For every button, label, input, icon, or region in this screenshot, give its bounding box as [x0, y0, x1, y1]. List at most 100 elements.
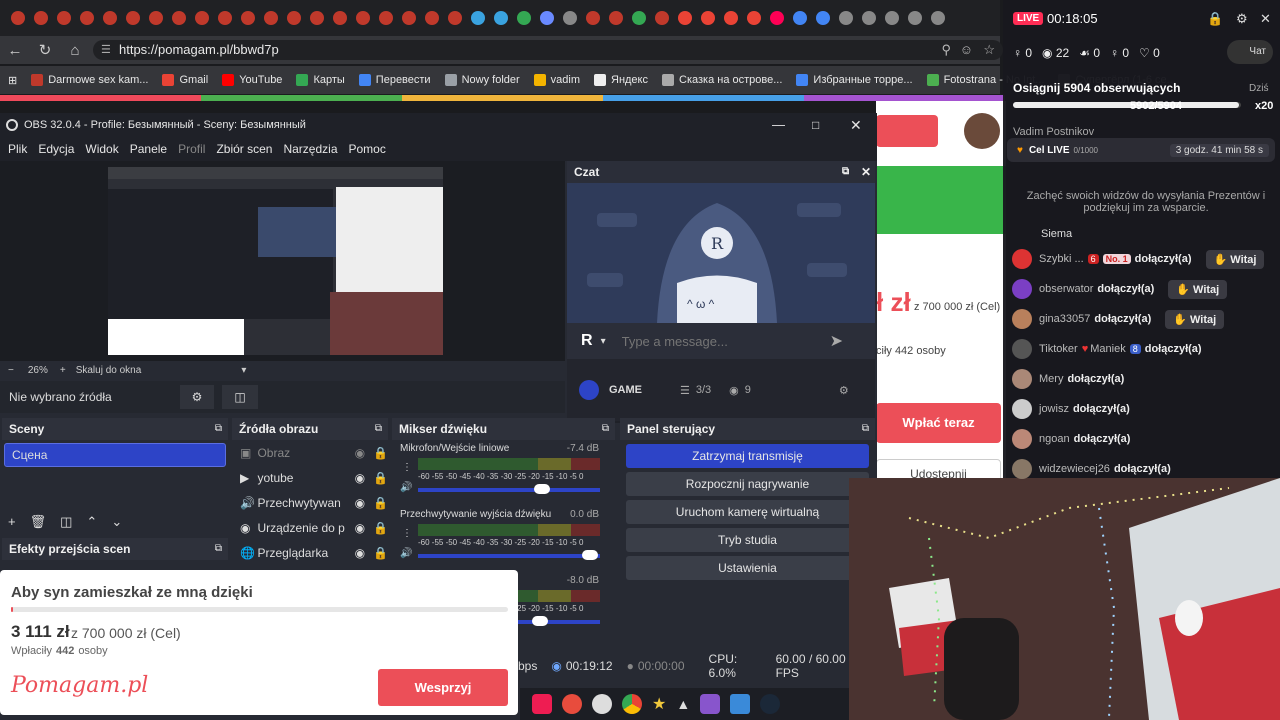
browser-tab[interactable] — [581, 5, 604, 31]
browser-tab[interactable] — [121, 5, 144, 31]
browser-tab[interactable] — [213, 5, 236, 31]
browser-tab[interactable] — [742, 5, 765, 31]
lock-icon[interactable]: 🔒 — [373, 521, 388, 535]
app2-icon[interactable] — [700, 694, 721, 714]
close-icon[interactable]: ✕ — [1260, 11, 1271, 27]
speaker-icon[interactable]: 🔊 — [400, 548, 412, 559]
witaj-button[interactable]: ✋ Witaj — [1168, 279, 1228, 299]
browser-tab[interactable] — [29, 5, 52, 31]
browser-tab[interactable] — [719, 5, 742, 31]
source-item[interactable]: ◉ Urządzenie do p ◉ 🔒 — [232, 515, 388, 540]
undock-icon[interactable]: ⧉ — [862, 418, 869, 440]
witaj-button[interactable]: ✋ Witaj — [1205, 249, 1265, 269]
browser-tab[interactable] — [351, 5, 374, 31]
reload-icon[interactable]: ↻ — [30, 41, 60, 59]
bg-top-button[interactable] — [876, 115, 938, 147]
eye-icon[interactable]: ◉ — [355, 496, 365, 510]
undock-icon[interactable]: ⧉ — [375, 418, 382, 440]
add-icon[interactable]: + — [8, 514, 16, 530]
volume-knob[interactable] — [534, 484, 550, 494]
graduation-icon[interactable]: ▲ — [676, 696, 690, 712]
properties-gear-icon[interactable]: ⚙ — [180, 385, 214, 409]
browser-tab[interactable] — [236, 5, 259, 31]
bookmark-item[interactable]: Сказка на острове... — [662, 74, 782, 86]
bookmark-item[interactable]: Карты — [296, 74, 345, 86]
browser-tab[interactable] — [857, 5, 880, 31]
control-button[interactable]: Tryb studia — [626, 528, 869, 552]
browser-tab[interactable] — [604, 5, 627, 31]
menu-item[interactable]: Narzędzia — [283, 142, 337, 156]
browser-tab[interactable] — [788, 5, 811, 31]
apps-icon[interactable]: ⊞ — [8, 74, 17, 87]
bookmark-item[interactable]: Избранные торре... — [796, 74, 913, 86]
browser-tab[interactable] — [765, 5, 788, 31]
browser-tab[interactable] — [98, 5, 121, 31]
browser-tab[interactable] — [627, 5, 650, 31]
bookmark-item[interactable]: Nowy folder — [444, 74, 520, 86]
speaker-icon[interactable]: 🔊 — [400, 482, 412, 493]
maximize-icon[interactable]: □ — [812, 113, 819, 137]
chevron-down-icon[interactable]: ▾ — [241, 365, 246, 376]
menu-item[interactable]: Panele — [130, 142, 167, 156]
share-icon[interactable]: ☺ — [960, 40, 973, 60]
bookmark-item[interactable]: Яндекс — [594, 74, 648, 86]
control-button[interactable]: Zatrzymaj transmisję — [626, 444, 869, 468]
address-bar[interactable]: ☰ https://pomagam.pl/bbwd7p ⚲ ☺ ☆ — [93, 40, 1003, 60]
browser-tab[interactable] — [144, 5, 167, 31]
control-button[interactable]: Ustawienia — [626, 556, 869, 580]
witaj-button[interactable]: ✋ Witaj — [1165, 309, 1225, 329]
browser-tab[interactable] — [190, 5, 213, 31]
browser-tab[interactable] — [811, 5, 834, 31]
browser-tab[interactable] — [466, 5, 489, 31]
menu-item[interactable]: Widok — [85, 142, 118, 156]
lock-icon[interactable]: 🔒 — [373, 546, 388, 560]
control-button[interactable]: Uruchom kamerę wirtualną — [626, 500, 869, 524]
browser-tab[interactable] — [328, 5, 351, 31]
bookmark-item[interactable]: YouTube — [222, 74, 282, 86]
minimize-icon[interactable]: — — [772, 113, 785, 137]
browser-tab[interactable] — [374, 5, 397, 31]
home-icon[interactable]: ⌂ — [60, 42, 90, 59]
obs-preview[interactable] — [0, 161, 565, 361]
browser-tab[interactable] — [673, 5, 696, 31]
menu-item[interactable]: Zbiór scen — [216, 142, 272, 156]
send-icon[interactable]: ➤ — [830, 331, 843, 351]
menu-item[interactable]: Edycja — [38, 142, 74, 156]
undock-icon[interactable]: ⧉ — [842, 161, 849, 183]
photos-icon[interactable] — [730, 694, 751, 714]
bookmark-item[interactable]: Перевести — [358, 74, 431, 86]
eye-icon[interactable]: ◉ — [355, 521, 365, 535]
tiktok-icon[interactable] — [532, 694, 552, 714]
settings-gear-icon[interactable]: ⚙ — [839, 384, 849, 397]
browser-tab[interactable] — [167, 5, 190, 31]
browser-tab[interactable] — [420, 5, 443, 31]
browser-tab[interactable] — [305, 5, 328, 31]
browser-tab[interactable] — [558, 5, 581, 31]
eye-icon[interactable]: ◉ — [355, 471, 365, 485]
browser-tab[interactable] — [52, 5, 75, 31]
volume-slider[interactable] — [418, 554, 600, 558]
chevron-down-icon[interactable]: ▾ — [601, 336, 606, 347]
browser-tab[interactable] — [650, 5, 673, 31]
zoom-out-icon[interactable]: − — [8, 365, 14, 376]
chat-toggle[interactable]: Чат — [1227, 40, 1273, 64]
undock-icon[interactable]: ⧉ — [215, 418, 222, 440]
source-item[interactable]: ▣ Obraz ◉ 🔒 — [232, 440, 388, 465]
eye-icon[interactable]: ◉ — [355, 446, 365, 460]
volume-knob[interactable] — [532, 616, 548, 626]
arrow-down-icon[interactable]: ⌄ — [111, 514, 122, 530]
pay-now-button[interactable]: Wpłać teraz — [876, 403, 1001, 443]
chat-close-icon[interactable]: ✕ — [861, 161, 871, 183]
trash-icon[interactable]: 🗑 — [30, 514, 47, 530]
chrome-icon[interactable] — [622, 694, 642, 714]
browser-tab[interactable] — [489, 5, 512, 31]
eye-icon[interactable]: ◉ — [355, 546, 365, 560]
lock-icon[interactable]: 🔒 — [373, 446, 388, 460]
more-icon[interactable]: ⋮ — [402, 528, 412, 539]
zoom-icon[interactable]: ⚲ — [941, 40, 951, 60]
source-item[interactable]: ▶ yotube ◉ 🔒 — [232, 465, 388, 490]
lock-icon[interactable]: 🔒 — [373, 496, 388, 510]
steam-icon[interactable] — [760, 694, 781, 714]
filters-icon[interactable]: ◫ — [222, 385, 258, 409]
scene-item[interactable]: Сцена — [4, 443, 226, 467]
